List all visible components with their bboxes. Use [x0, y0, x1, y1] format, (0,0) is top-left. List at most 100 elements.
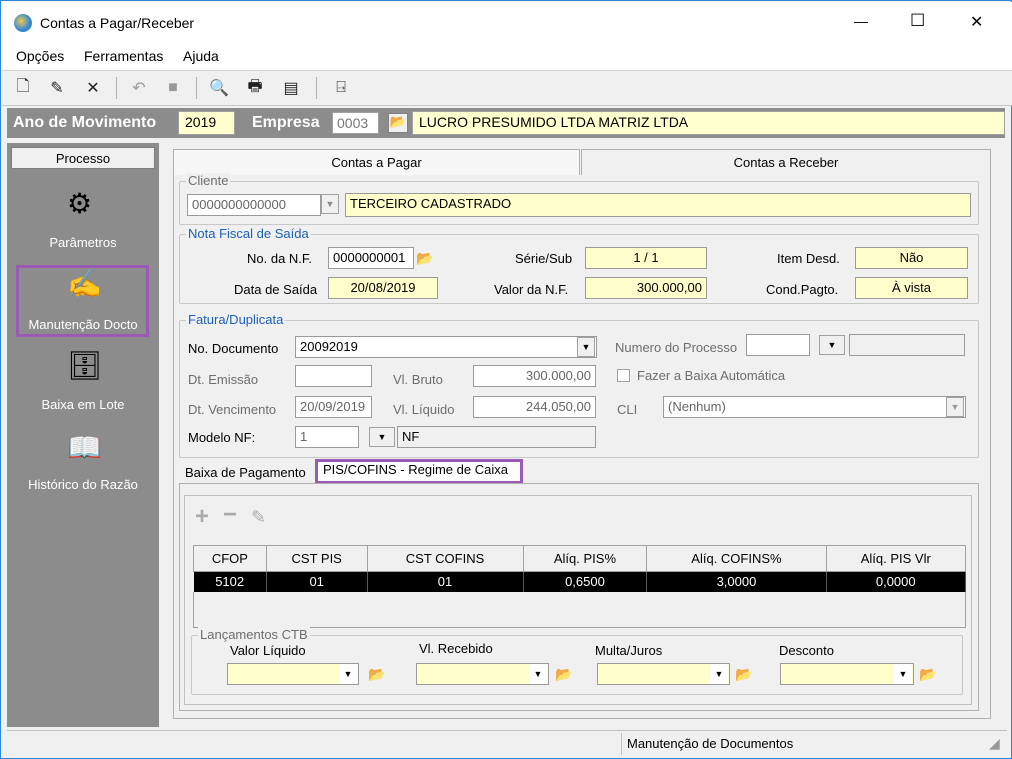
numproc-desc-field	[849, 334, 965, 356]
vl-recebido-label: Vl. Recebido	[419, 641, 493, 656]
vencimento-label: Dt. Vencimento	[188, 402, 277, 417]
empresa-folder-icon[interactable]: 📂	[388, 113, 408, 133]
aliq-pis-cell: 0,6500	[523, 571, 648, 592]
cliente-group-label: Cliente	[186, 173, 231, 188]
cliente-name-field: TERCEIRO CADASTRADO	[345, 193, 971, 217]
aliq-cofins-cell: 3,0000	[646, 571, 827, 592]
book-icon[interactable]: 📖	[67, 431, 102, 464]
cliente-code-field[interactable]: 0000000000000	[187, 194, 321, 216]
desconto-label: Desconto	[779, 643, 834, 658]
no-nf-label: No. da N.F.	[247, 251, 313, 266]
close-button[interactable]: ✕	[970, 12, 983, 32]
column-header[interactable]: CFOP	[193, 545, 267, 572]
toolbar-separator	[116, 77, 117, 99]
cli-dropdown-icon[interactable]: ▼	[946, 397, 964, 417]
no-nf-folder-icon[interactable]: 📂	[415, 248, 435, 268]
resize-grip-icon[interactable]: ◢	[989, 735, 1000, 752]
liquido-field: 244.050,00	[473, 396, 596, 418]
toolbar-separator	[316, 77, 317, 99]
edit-icon[interactable]: ✎	[46, 77, 68, 99]
nodoc-dropdown-icon[interactable]: ▼	[577, 337, 595, 357]
fatura-group-label: Fatura/Duplicata	[186, 312, 286, 327]
highlight-pis-cofins	[315, 459, 523, 484]
lanc-group-label: Lançamentos CTB	[198, 627, 310, 642]
menu-ferramentas[interactable]: Ferramentas	[84, 48, 163, 64]
stop-icon[interactable]: ■	[162, 77, 184, 99]
modelo-label: Modelo NF:	[188, 430, 256, 445]
desconto-folder-icon[interactable]: 📂	[918, 664, 938, 684]
ano-field[interactable]: 2019	[178, 111, 235, 135]
batch-icon[interactable]: 🗄	[67, 349, 103, 382]
app-window: Contas a Pagar/Receber — ☐ ✕ Opções Ferr…	[0, 0, 1012, 759]
column-header[interactable]: CST PIS	[265, 545, 368, 572]
desconto-dropdown-icon[interactable]: ▼	[894, 664, 912, 684]
tab-contas-pagar[interactable]: Contas a Pagar	[173, 149, 580, 175]
data-saida-field: 20/08/2019	[328, 277, 438, 299]
data-saida-label: Data de Saída	[234, 282, 318, 297]
valor-nf-label: Valor da N.F.	[494, 282, 569, 297]
table-row[interactable]: 5102 01 01 0,6500 3,0000 0,0000	[193, 571, 966, 592]
maximize-button[interactable]: ☐	[910, 11, 925, 31]
liquido-label: Vl. Líquido	[393, 402, 455, 417]
menu-ajuda[interactable]: Ajuda	[183, 48, 219, 64]
numproc-label: Numero do Processo	[615, 340, 738, 355]
modelo-dropdown-icon[interactable]: ▼	[369, 427, 395, 447]
window-title: Contas a Pagar/Receber	[40, 15, 195, 31]
exit-icon[interactable]: ⍈	[330, 77, 352, 99]
aliq-pis-vlr-cell: 0,0000	[826, 571, 966, 592]
vencimento-field[interactable]: 20/09/2019	[295, 396, 372, 418]
numproc-field[interactable]	[746, 334, 810, 356]
multa-juros-dropdown-icon[interactable]: ▼	[710, 664, 728, 684]
multa-juros-label: Multa/Juros	[595, 643, 663, 658]
preview-icon[interactable]: 🔍	[208, 77, 230, 99]
column-header[interactable]: Alíq. PIS Vlr	[825, 545, 966, 572]
empresa-code-field[interactable]: 0003	[332, 112, 379, 134]
toolbar-separator	[196, 77, 197, 99]
gear-icon[interactable]: ⚙	[67, 187, 92, 220]
tab-baixa-pagamento[interactable]: Baixa de Pagamento	[185, 465, 306, 480]
valor-liquido-label: Valor Líquido	[230, 643, 306, 658]
sidebar-head[interactable]: Processo	[11, 147, 155, 169]
cond-pagto-field: À vista	[855, 277, 968, 299]
nota-group-label: Nota Fiscal de Saída	[186, 226, 311, 241]
empresa-label: Empresa	[252, 114, 320, 131]
valor-liquido-folder-icon[interactable]: 📂	[367, 664, 387, 684]
pencil-icon[interactable]: ✎	[251, 507, 266, 528]
sidebar-item-parametros[interactable]: Parâmetros	[7, 235, 159, 250]
cli-field[interactable]: (Nenhum)	[663, 396, 966, 418]
delete-icon[interactable]: ✕	[82, 77, 104, 99]
minimize-button[interactable]: —	[854, 13, 868, 29]
no-nf-field[interactable]: 0000000001	[328, 247, 414, 269]
tab-contas-receber[interactable]: Contas a Receber	[581, 149, 991, 175]
bruto-label: Vl. Bruto	[393, 372, 443, 387]
app-icon	[14, 14, 32, 32]
vl-recebido-folder-icon[interactable]: 📂	[554, 664, 574, 684]
baixa-auto-checkbox[interactable]	[617, 369, 630, 382]
modelo-field[interactable]: 1	[295, 426, 359, 448]
valor-liquido-dropdown-icon[interactable]: ▼	[339, 664, 357, 684]
new-icon[interactable]: 🗋	[12, 77, 34, 99]
status-bar: Manutenção de Documentos ◢	[7, 730, 1007, 756]
remove-icon[interactable]: −	[223, 501, 237, 529]
header-bar: Ano de Movimento 2019 Empresa 0003 📂 LUC…	[7, 108, 1005, 138]
menu-bar: Opções Ferramentas Ajuda	[2, 44, 1012, 70]
report-icon[interactable]: ▤	[280, 77, 302, 99]
baixa-auto-label: Fazer a Baixa Automática	[637, 368, 786, 383]
undo-icon[interactable]: ↶	[128, 77, 150, 99]
menu-opcoes[interactable]: Opções	[16, 48, 64, 64]
emissao-field[interactable]	[295, 365, 372, 387]
sidebar-item-historico[interactable]: Histórico do Razão	[7, 477, 159, 492]
print-icon[interactable]: 🖶	[244, 77, 266, 99]
cst-pis-cell: 01	[266, 571, 368, 592]
numproc-dropdown-icon[interactable]: ▼	[819, 335, 845, 355]
column-header[interactable]: Alíq. COFINS%	[646, 545, 827, 572]
cond-pagto-label: Cond.Pagto.	[766, 282, 839, 297]
add-icon[interactable]: +	[195, 503, 209, 531]
cliente-dropdown-icon[interactable]: ▼	[321, 194, 339, 214]
sidebar-item-baixa[interactable]: Baixa em Lote	[7, 397, 159, 412]
nodoc-field[interactable]: 20092019	[295, 336, 597, 358]
multa-juros-folder-icon[interactable]: 📂	[734, 664, 754, 684]
column-header[interactable]: Alíq. PIS%	[522, 545, 648, 572]
column-header[interactable]: CST COFINS	[366, 545, 524, 572]
vl-recebido-dropdown-icon[interactable]: ▼	[529, 664, 547, 684]
